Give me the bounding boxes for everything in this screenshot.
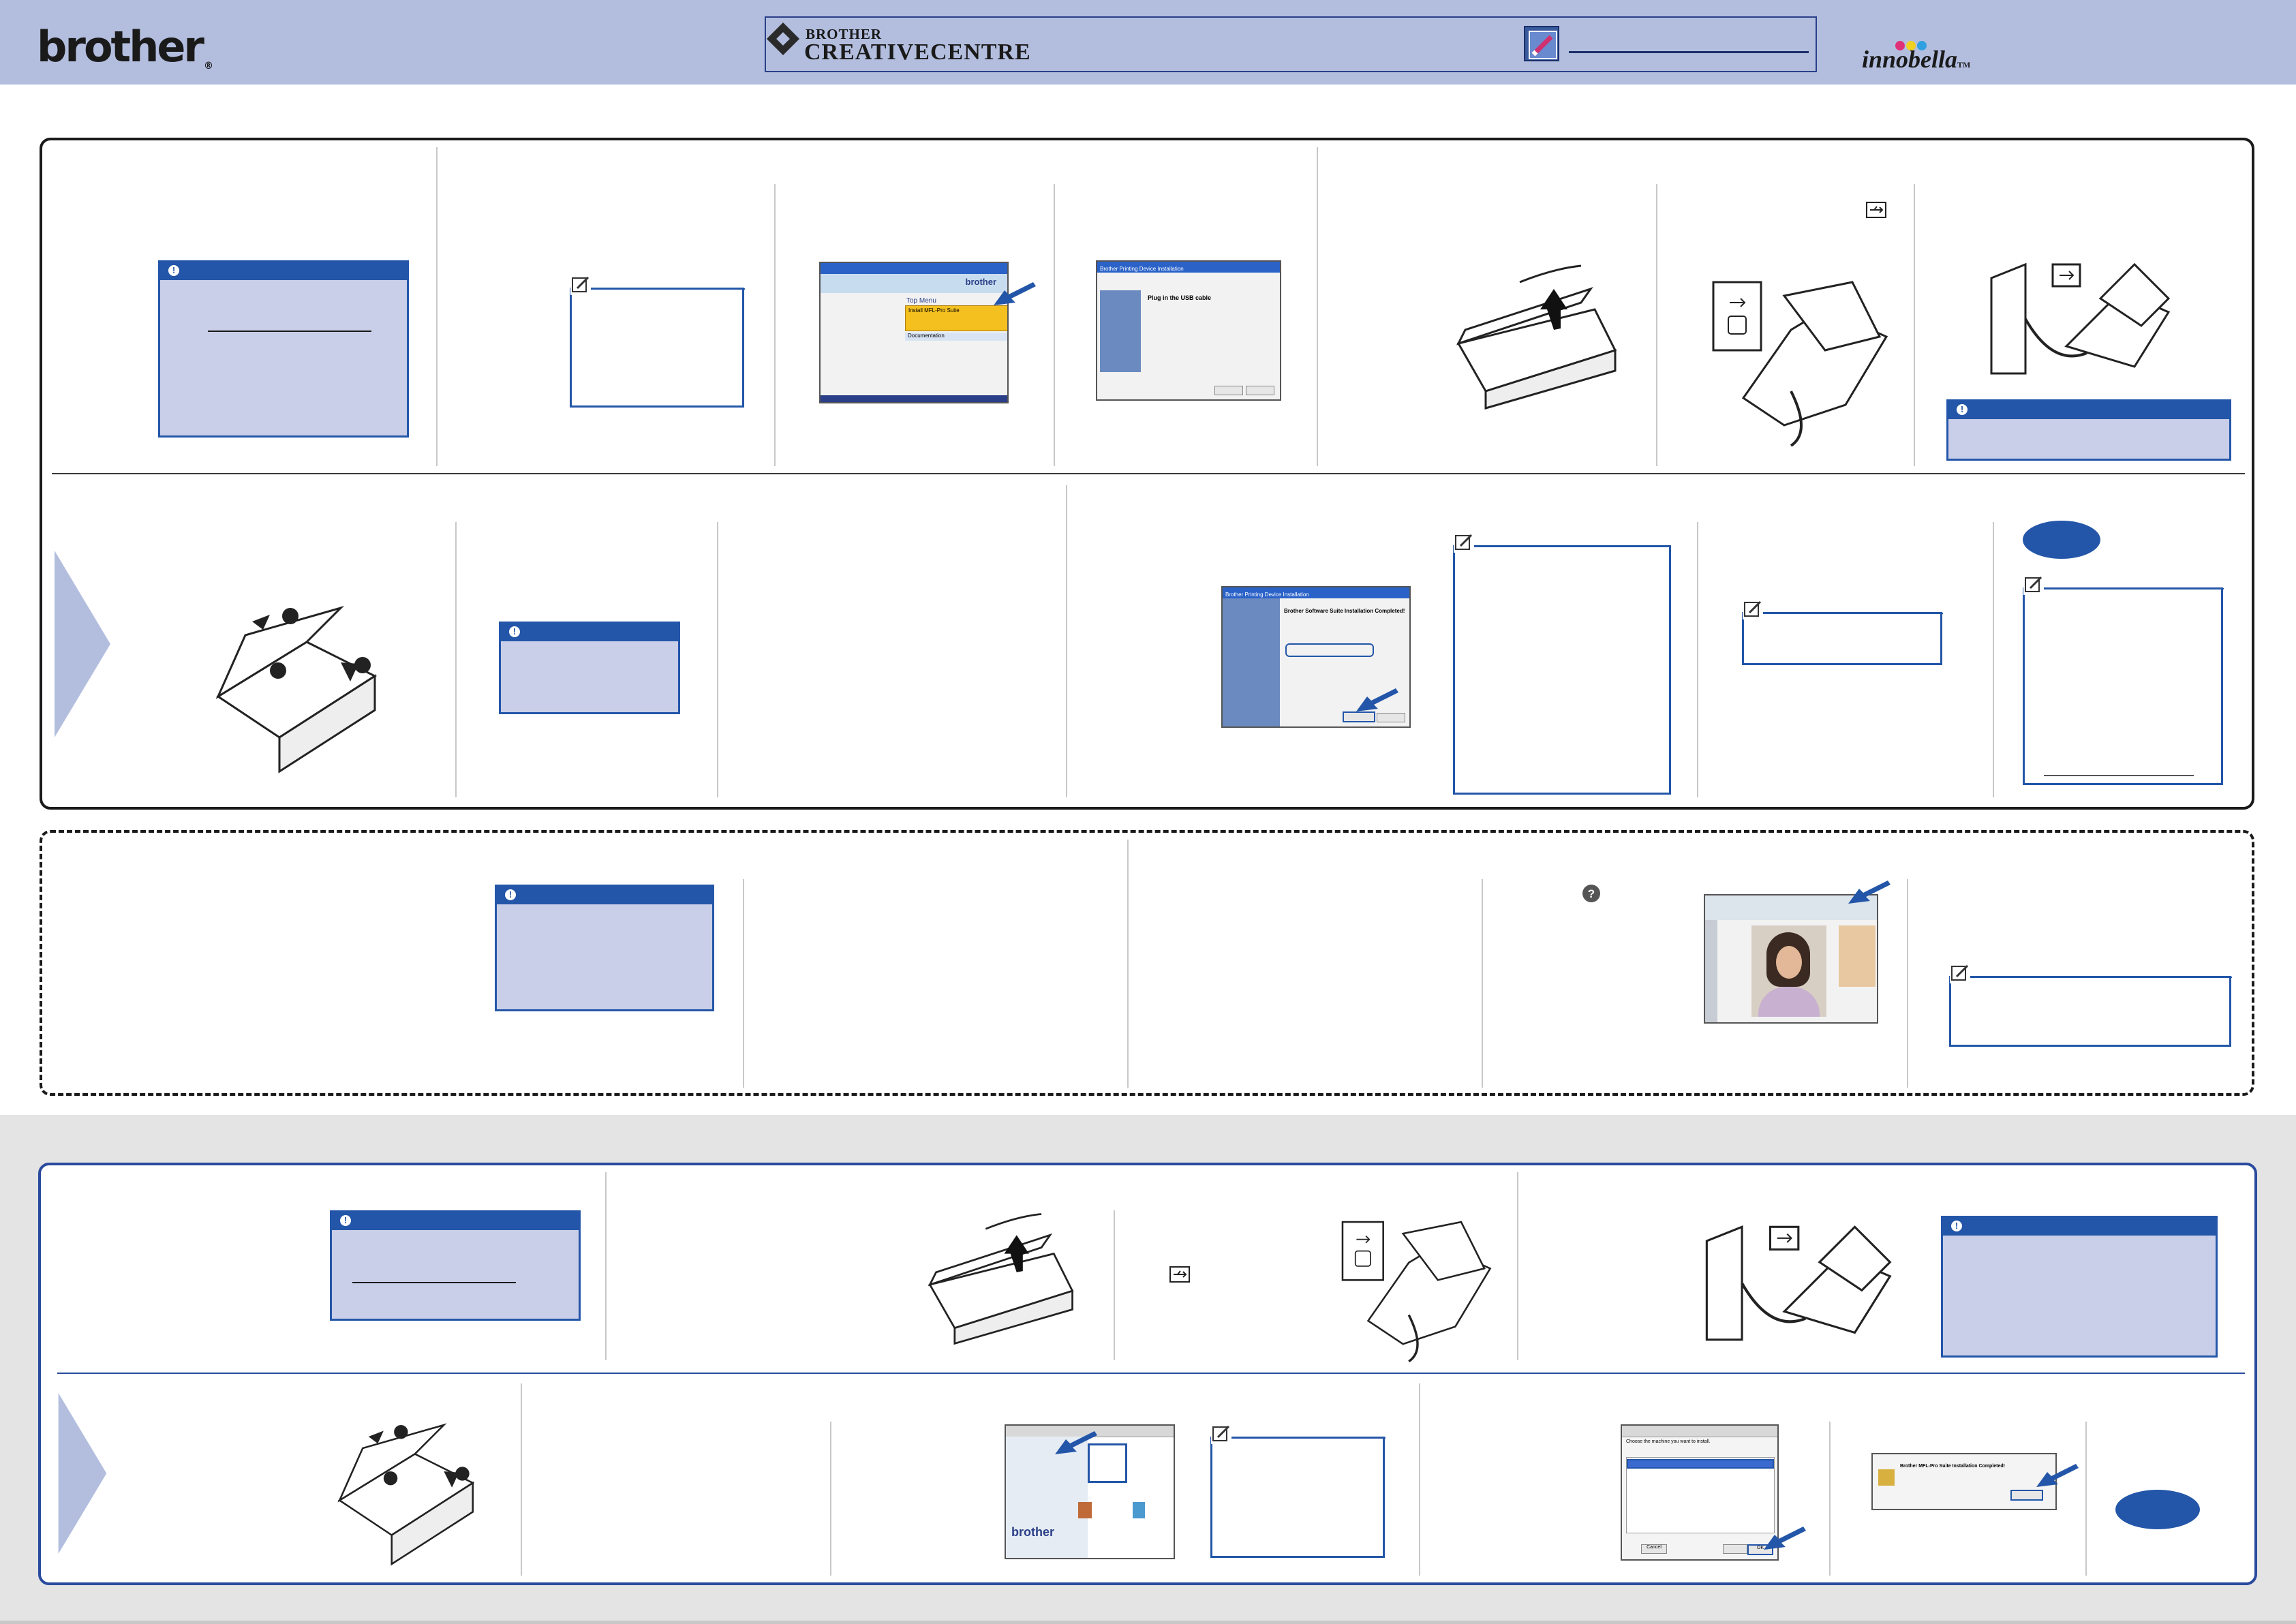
usb-icon xyxy=(1866,202,1886,218)
pointer-arrow-icon xyxy=(1764,1527,1806,1550)
pointer-arrow-icon xyxy=(1356,688,1398,711)
finish-oval xyxy=(2023,521,2100,559)
shot-choose-text: Choose the machine you want to install. xyxy=(1626,1439,1711,1444)
mac-install-complete-screenshot: Brother MFL-Pro Suite Installation Compl… xyxy=(1871,1453,2057,1510)
note-box xyxy=(570,275,745,408)
mac-usb-connection-illustration xyxy=(1700,1216,1904,1349)
innobella-logo: innobellaTM xyxy=(1862,46,1971,73)
finish-oval xyxy=(2115,1490,2200,1529)
open-scanner-cover-illustration xyxy=(1445,262,1629,412)
row-divider xyxy=(52,473,2245,474)
caution-box: ! xyxy=(495,885,714,1011)
pencil-icon xyxy=(1524,26,1559,61)
caution-icon: ! xyxy=(1951,1221,1962,1231)
caution-icon: ! xyxy=(505,889,516,900)
pointer-arrow-icon xyxy=(2036,1464,2079,1487)
open-scanner-cover-illustration xyxy=(916,1210,1086,1347)
note-icon xyxy=(1950,963,1970,983)
note-box xyxy=(1742,599,1943,665)
mac-choose-machine-screenshot: Choose the machine you want to install. … xyxy=(1621,1424,1779,1561)
row-divider xyxy=(57,1373,2245,1374)
pc-usb-connection-illustration xyxy=(1985,258,2182,379)
next-step-arrow-icon xyxy=(58,1393,107,1554)
svg-text:?: ? xyxy=(1588,887,1595,900)
url-underline xyxy=(1569,51,1809,53)
caution-box: ! xyxy=(499,622,680,714)
pointer-arrow-icon xyxy=(994,282,1036,305)
caution-icon: ! xyxy=(509,626,520,637)
pointer-arrow-icon xyxy=(1055,1431,1097,1454)
plug-usb-screenshot: Brother Printing Device Installation Plu… xyxy=(1096,260,1281,401)
shot-plug-title: Plug in the USB cable xyxy=(1148,294,1212,301)
close-scanner-cover-illustration xyxy=(204,594,388,785)
next-step-arrow-icon xyxy=(55,551,110,737)
shot-mac-complete-title: Brother MFL-Pro Suite Installation Compl… xyxy=(1900,1464,2006,1469)
close-scanner-cover-illustration xyxy=(327,1413,485,1576)
usb-cable-printer-illustration xyxy=(1709,269,1893,454)
usb-cable-printer-illustration xyxy=(1338,1210,1497,1368)
shot-top-menu-title: Top Menu xyxy=(906,297,936,305)
creative-centre-label: CREATIVECENTRE xyxy=(804,40,1031,65)
shot-mac-brand: brother xyxy=(1011,1525,1054,1539)
caution-icon: ! xyxy=(1957,404,1968,415)
shot-cancel-button: Cancel xyxy=(1641,1544,1667,1554)
caution-icon: ! xyxy=(168,265,179,276)
note-icon xyxy=(1454,532,1474,553)
note-icon xyxy=(1743,599,1763,619)
caution-box: ! xyxy=(330,1210,581,1321)
shot-complete-title: Brother Software Suite Installation Comp… xyxy=(1284,608,1405,614)
note-box xyxy=(1949,963,2232,1047)
caution-box: ! xyxy=(158,260,409,438)
caution-icon: ! xyxy=(340,1215,351,1226)
help-icon: ? xyxy=(1582,885,1600,902)
shot-documentation: Documentation xyxy=(905,333,1007,341)
usb-icon xyxy=(1169,1266,1190,1283)
pointer-arrow-icon xyxy=(1848,880,1891,904)
note-icon xyxy=(2023,574,2044,595)
note-icon xyxy=(1211,1424,1231,1444)
note-icon xyxy=(570,275,591,295)
note-box xyxy=(2023,574,2224,785)
top-menu-screenshot: brother Top Menu Install MFL-Pro Suite D… xyxy=(819,262,1009,403)
caution-box: ! xyxy=(1946,399,2231,461)
additional-applications-panel xyxy=(40,830,2254,1096)
shot-install-button: Install MFL-Pro Suite xyxy=(905,305,1007,331)
note-box xyxy=(1453,532,1671,795)
brother-logo: brother ® xyxy=(37,22,213,72)
note-box xyxy=(1210,1424,1386,1558)
photo-application-screenshot xyxy=(1704,894,1878,1024)
caution-box: ! xyxy=(1941,1216,2218,1358)
